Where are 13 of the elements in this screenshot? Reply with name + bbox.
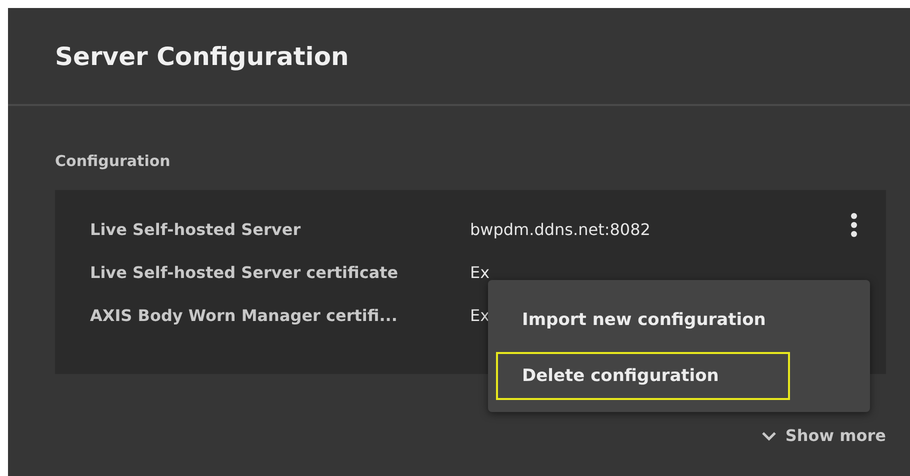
window-title: Server Configuration xyxy=(55,42,349,70)
row-value: Ex xyxy=(470,306,490,325)
row-label: AXIS Body Worn Manager certifi... xyxy=(90,306,398,325)
section-label: Configuration xyxy=(55,152,172,170)
menu-item[interactable]: Import new configuration xyxy=(496,296,790,344)
row-value: bwpdm.ddns.net:8082 xyxy=(470,220,650,239)
menu-item[interactable]: Delete configuration xyxy=(496,352,790,400)
show-more-button[interactable]: Show more xyxy=(761,426,886,445)
chevron-down-icon xyxy=(761,430,778,440)
more-icon[interactable] xyxy=(850,212,858,238)
row-value: Ex xyxy=(470,263,490,282)
row-label: Live Self-hosted Server xyxy=(90,220,302,239)
row-label: Live Self-hosted Server certificate xyxy=(90,263,400,282)
